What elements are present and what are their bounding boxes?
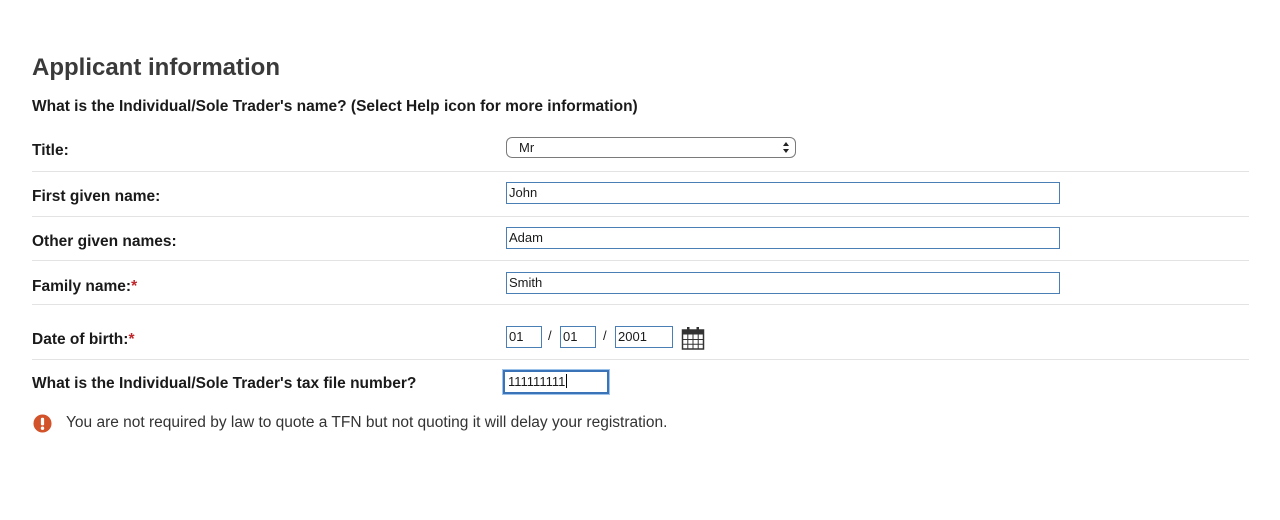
first-given-name-input[interactable]: John bbox=[506, 182, 1060, 204]
date-of-birth-label: Date of birth:* bbox=[32, 331, 135, 348]
name-question: What is the Individual/Sole Trader's nam… bbox=[32, 98, 638, 115]
dob-year-input[interactable]: 2001 bbox=[615, 326, 673, 348]
date-separator: / bbox=[603, 328, 607, 343]
dob-month-input[interactable]: 01 bbox=[560, 326, 596, 348]
exclamation-circle-icon bbox=[33, 414, 52, 433]
required-marker: * bbox=[131, 278, 138, 295]
family-name-input[interactable]: Smith bbox=[506, 272, 1060, 294]
required-marker: * bbox=[128, 331, 135, 348]
text-caret bbox=[566, 374, 568, 388]
applicant-information-form: Applicant information What is the Indivi… bbox=[0, 0, 1280, 520]
title-select-value: Mr bbox=[519, 140, 535, 155]
page-title: Applicant information bbox=[32, 54, 280, 81]
tfn-notice-text: You are not required by law to quote a T… bbox=[66, 414, 668, 431]
first-given-name-label: First given name: bbox=[32, 188, 161, 205]
date-separator: / bbox=[548, 328, 552, 343]
divider bbox=[32, 359, 1249, 360]
tfn-label: What is the Individual/Sole Trader's tax… bbox=[32, 375, 417, 392]
select-arrows-icon bbox=[783, 142, 789, 153]
divider bbox=[32, 171, 1249, 172]
other-given-names-label: Other given names: bbox=[32, 233, 177, 250]
title-select[interactable]: Mr bbox=[506, 137, 796, 158]
divider bbox=[32, 216, 1249, 217]
calendar-icon[interactable] bbox=[681, 326, 705, 350]
other-given-names-input[interactable]: Adam bbox=[506, 227, 1060, 249]
divider bbox=[32, 304, 1249, 305]
divider bbox=[32, 260, 1249, 261]
dob-day-input[interactable]: 01 bbox=[506, 326, 542, 348]
tfn-input-value: 111111111 bbox=[508, 374, 566, 389]
tfn-input[interactable]: 111111111 bbox=[503, 370, 609, 394]
family-name-label: Family name:* bbox=[32, 278, 138, 295]
title-label: Title: bbox=[32, 142, 69, 159]
